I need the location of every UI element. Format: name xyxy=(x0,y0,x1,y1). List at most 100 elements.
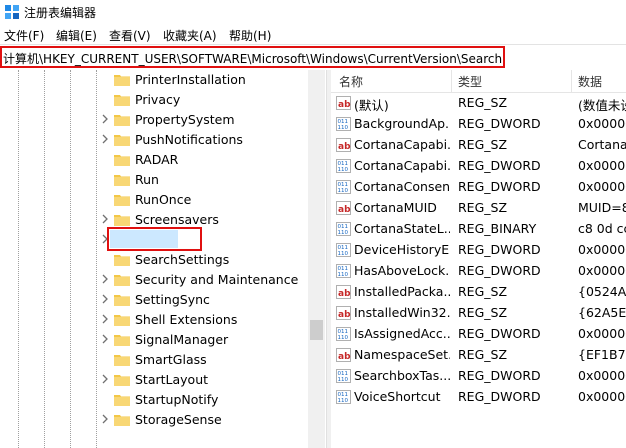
binary-value-icon: 011 110 xyxy=(336,327,351,341)
menu-help[interactable]: 帮助(H) xyxy=(229,27,271,44)
tree-item[interactable]: StartupNotify xyxy=(0,390,306,410)
header-type[interactable]: 类型 xyxy=(458,73,482,90)
value-data: c8 0d cc xyxy=(578,221,626,236)
value-row[interactable]: 011110BackgroundAp... REG_DWORD 0x00000 xyxy=(331,114,626,135)
value-list-pane[interactable]: 名称 类型 数据 ab(默认)REG_SZ(数值未设011110Backgrou… xyxy=(331,70,626,448)
value-type: REG_DWORD xyxy=(458,263,541,278)
tree-item[interactable]: PropertySystem xyxy=(0,110,306,130)
value-name: CortanaCapabi... xyxy=(354,137,450,152)
value-row[interactable]: ab CortanaCapabi... REG_SZ Cortanal xyxy=(331,135,626,156)
value-type: REG_SZ xyxy=(458,137,508,152)
value-row[interactable]: 011110VoiceShortcut REG_DWORD 0x00000 xyxy=(331,387,626,408)
svg-text:110: 110 xyxy=(338,167,349,173)
header-data[interactable]: 数据 xyxy=(578,73,602,90)
value-row[interactable]: 011110SearchboxTas... REG_DWORD 0x00000 xyxy=(331,366,626,387)
tree-item[interactable]: SignalManager xyxy=(0,330,306,350)
tree-item[interactable]: Privacy xyxy=(0,90,306,110)
value-data: 0x00000 xyxy=(578,263,626,278)
tree-item[interactable]: Security and Maintenance xyxy=(0,270,306,290)
tree-item[interactable]: StartLayout xyxy=(0,370,306,390)
value-data: {EF1B70 xyxy=(578,347,626,362)
binary-value-icon: 011 110 xyxy=(336,159,351,173)
value-data: 0x00000 xyxy=(578,179,626,194)
expand-chevron-icon[interactable] xyxy=(100,114,110,126)
tree-item[interactable]: RunOnce xyxy=(0,190,306,210)
value-row[interactable]: 011110HasAboveLock... REG_DWORD 0x00000 xyxy=(331,261,626,282)
tree-item-label: Privacy xyxy=(135,92,181,107)
tree-item[interactable]: PrinterInstallation xyxy=(0,70,306,90)
menu-view[interactable]: 查看(V) xyxy=(109,27,151,44)
svg-text:110: 110 xyxy=(338,272,349,278)
binary-value-icon: 011 110 xyxy=(336,180,351,194)
folder-icon xyxy=(114,134,130,146)
tree-scrollbar[interactable] xyxy=(308,70,325,448)
expand-chevron-icon[interactable] xyxy=(100,314,110,326)
string-value-icon: ab xyxy=(336,285,351,299)
svg-text:110: 110 xyxy=(338,398,349,404)
string-value-icon: ab xyxy=(336,138,351,152)
value-type: REG_SZ xyxy=(458,305,508,320)
value-type: REG_DWORD xyxy=(458,326,541,341)
expand-chevron-icon[interactable] xyxy=(100,414,110,426)
menu-bar: 文件(F) 编辑(E) 查看(V) 收藏夹(A) 帮助(H) xyxy=(0,24,626,44)
expand-chevron-icon[interactable] xyxy=(100,274,110,286)
tree-item[interactable]: StorageSense xyxy=(0,410,306,430)
value-row[interactable]: ab(默认) REG_SZ (数值未设 xyxy=(331,93,626,114)
list-header: 名称 类型 数据 xyxy=(331,70,626,93)
tree-item[interactable]: RADAR xyxy=(0,150,306,170)
expand-chevron-icon[interactable] xyxy=(100,334,110,346)
value-name: HasAboveLock... xyxy=(354,263,450,278)
value-type: REG_SZ xyxy=(458,95,508,110)
address-bar[interactable]: 计算机\HKEY_CURRENT_USER\SOFTWARE\Microsoft… xyxy=(0,44,626,72)
tree-item-label: SignalManager xyxy=(135,332,229,347)
folder-icon xyxy=(114,74,130,86)
value-type: REG_SZ xyxy=(458,284,508,299)
header-separator[interactable] xyxy=(451,70,452,92)
tree-scrollbar-thumb[interactable] xyxy=(310,320,323,340)
value-row[interactable]: 011 110 CortanaStateL... REG_BINARY c8 0d cc xyxy=(331,219,626,240)
menu-edit[interactable]: 编辑(E) xyxy=(56,27,97,44)
expand-chevron-icon[interactable] xyxy=(100,214,110,226)
key-tree-pane[interactable]: PrinterInstallation Privacy PropertySystem… xyxy=(0,70,326,448)
header-separator[interactable] xyxy=(571,70,572,92)
address-highlight-box xyxy=(0,46,505,68)
value-row[interactable]: abInstalledPacka... REG_SZ {0524AA xyxy=(331,282,626,303)
tree-item[interactable]: SmartGlass xyxy=(0,350,306,370)
value-data: 0x00000 xyxy=(578,326,626,341)
svg-text:110: 110 xyxy=(338,335,349,341)
value-type: REG_SZ xyxy=(458,200,508,215)
value-row[interactable]: 011110DeviceHistoryE... REG_DWORD 0x00000 xyxy=(331,240,626,261)
value-row[interactable]: 011110IsAssignedAcc... REG_DWORD 0x00000 xyxy=(331,324,626,345)
menu-favorites[interactable]: 收藏夹(A) xyxy=(163,27,217,44)
tree-item[interactable]: Shell Extensions xyxy=(0,310,306,330)
string-value-icon: ab xyxy=(336,96,351,110)
tree-item[interactable]: SettingSync xyxy=(0,290,306,310)
value-name: IsAssignedAcc... xyxy=(354,326,450,341)
tree-item[interactable]: Run xyxy=(0,170,306,190)
selected-key-highlight-box xyxy=(107,227,202,251)
folder-icon xyxy=(114,294,130,306)
value-name: CortanaStateL... xyxy=(354,221,450,236)
expand-chevron-icon[interactable] xyxy=(100,294,110,306)
header-name[interactable]: 名称 xyxy=(339,73,363,90)
expand-chevron-icon[interactable] xyxy=(100,374,110,386)
tree-item-label: Screensavers xyxy=(135,212,219,227)
value-data: 0x00002 xyxy=(578,158,626,173)
tree-item-label: Security and Maintenance xyxy=(135,272,299,287)
value-name: SearchboxTas... xyxy=(354,368,450,383)
value-row[interactable]: abNamespaceSet... REG_SZ {EF1B70 xyxy=(331,345,626,366)
value-row[interactable]: ab CortanaMUID REG_SZ MUID=8 xyxy=(331,198,626,219)
value-row[interactable]: 011110CortanaConsent REG_DWORD 0x00000 xyxy=(331,177,626,198)
window-title: 注册表编辑器 xyxy=(24,6,97,20)
value-data: (数值未设 xyxy=(578,98,626,113)
tree-item[interactable]: PushNotifications xyxy=(0,130,306,150)
menu-file[interactable]: 文件(F) xyxy=(4,27,44,44)
value-row[interactable]: 011110CortanaCapabi... REG_DWORD 0x00002 xyxy=(331,156,626,177)
value-name: (默认) xyxy=(354,98,389,113)
folder-icon xyxy=(114,354,130,366)
value-name: NamespaceSet... xyxy=(354,347,450,362)
folder-icon xyxy=(114,174,130,186)
tree-item[interactable]: SearchSettings xyxy=(0,250,306,270)
expand-chevron-icon[interactable] xyxy=(100,134,110,146)
value-row[interactable]: abInstalledWin32... REG_SZ {62A5E5 xyxy=(331,303,626,324)
